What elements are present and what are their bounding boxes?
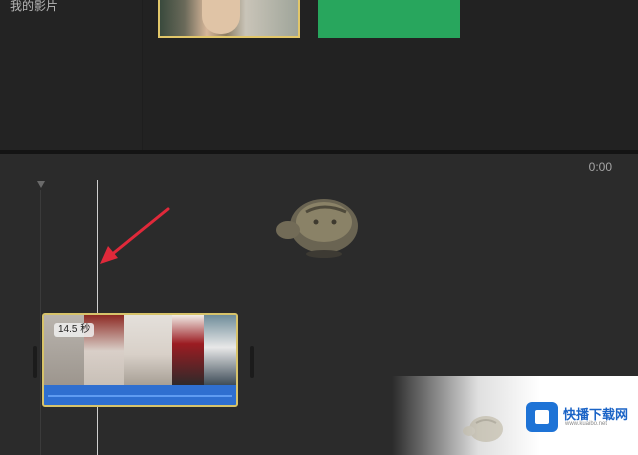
clip-frame — [172, 315, 204, 387]
logo-mascot-icon — [463, 416, 503, 442]
mascot-watermark-icon — [276, 199, 358, 258]
clip-frame — [204, 315, 236, 387]
clip-trim-handle-right[interactable] — [250, 346, 254, 378]
site-url: www.kuaibo.net — [565, 421, 608, 427]
time-readout: 0:00 — [588, 160, 612, 174]
clip-duration-badge: 14.5 秒 — [54, 323, 95, 337]
media-thumbnail-green[interactable] — [318, 0, 460, 38]
site-logo-icon — [526, 402, 558, 432]
timeline-start-marker — [37, 181, 45, 188]
media-thumbnail-video[interactable] — [158, 0, 300, 38]
clip-trim-handle-left[interactable] — [33, 346, 37, 378]
timeline-start-line — [40, 190, 41, 455]
audio-waveform — [48, 395, 232, 397]
cube-icon — [535, 410, 549, 424]
thumbnail-figure — [202, 0, 240, 34]
library-sidebar: 我的影片 — [0, 0, 143, 150]
clip-frame — [124, 315, 172, 387]
library-item-my-movies[interactable]: 我的影片 — [10, 0, 58, 13]
annotation-arrow-icon — [100, 207, 170, 264]
timeline-video-clip[interactable]: 14.5 秒 — [42, 313, 238, 407]
library-area: 我的影片 — [0, 0, 638, 150]
